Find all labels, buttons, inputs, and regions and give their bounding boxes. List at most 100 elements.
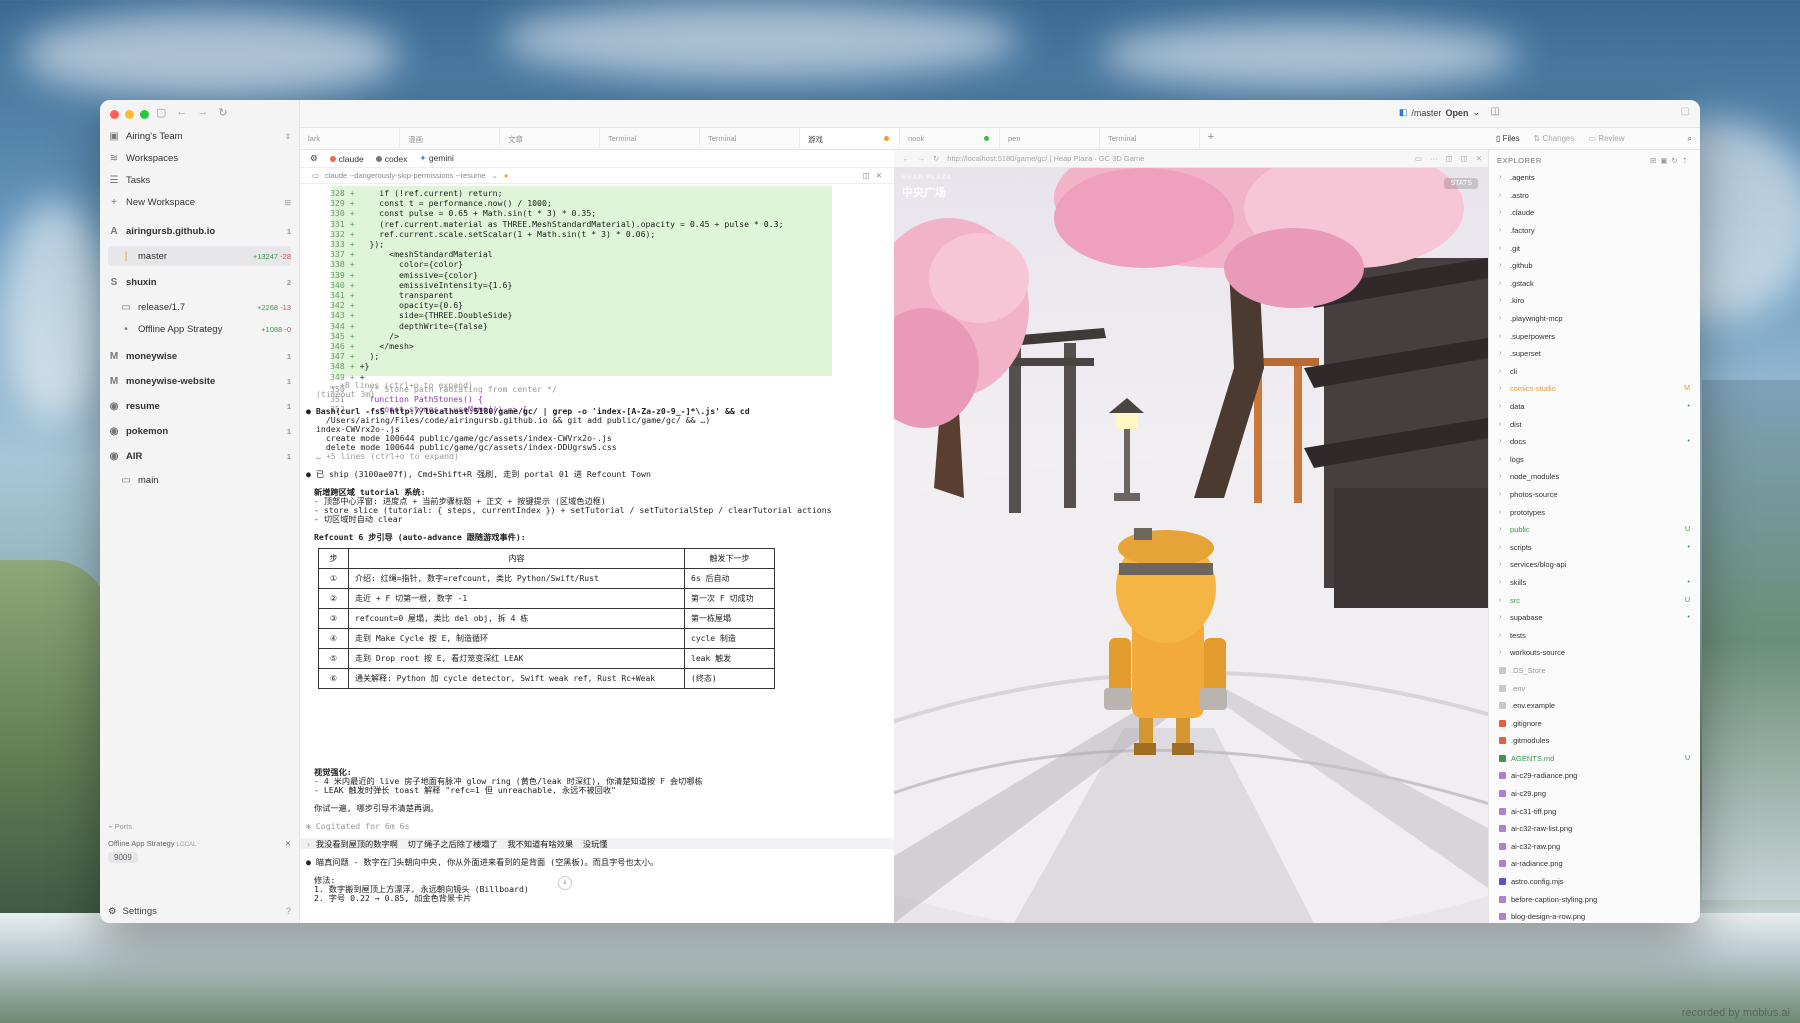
folder-item[interactable]: › .agents — [1489, 169, 1700, 187]
url-field[interactable]: http://localhost:5180/game/gc/ | Heap Pl… — [947, 154, 1144, 163]
folder-item[interactable]: › .astro — [1489, 187, 1700, 205]
tab-changes[interactable]: ⇅ Changes — [1534, 134, 1575, 143]
folder-item[interactable]: › .github — [1489, 257, 1700, 275]
file-item[interactable]: .DS_Store — [1489, 662, 1700, 680]
minimize-window-button[interactable] — [125, 110, 134, 119]
agent-codex[interactable]: codex — [375, 154, 407, 164]
folder-item[interactable]: › skills • — [1489, 574, 1700, 592]
tab[interactable]: Terminal — [600, 128, 700, 149]
sidebar-toggle-icon[interactable]: ▢ — [156, 106, 166, 119]
close-icon[interactable]: ✕ — [1476, 154, 1482, 163]
folder-item[interactable]: › prototypes — [1489, 503, 1700, 521]
branch-item[interactable]: ▭ release/1.7 +2268 -13 — [108, 297, 291, 317]
search-icon[interactable]: ⌕ — [1688, 134, 1692, 144]
expand-hint[interactable]: … +5 lines (ctrl+o to expand) — [316, 451, 459, 461]
file-item[interactable]: .gitignore — [1489, 714, 1700, 732]
file-item[interactable]: ai-c32-raw-list.png — [1489, 820, 1700, 838]
repo-item[interactable]: M moneywise 1 — [108, 346, 291, 366]
chevron-down-icon[interactable]: ⌄ — [1472, 107, 1480, 118]
refresh-icon[interactable]: ↻ — [933, 154, 939, 163]
file-item[interactable]: before-caption-styling.png — [1489, 890, 1700, 908]
zoom-window-button[interactable] — [140, 110, 149, 119]
file-item[interactable]: ai-c31-tiff.png — [1489, 802, 1700, 820]
back-arrow-icon[interactable]: ← — [902, 154, 910, 163]
file-item[interactable]: AGENTS.md U — [1489, 750, 1700, 768]
file-item[interactable]: ai-c29-radiance.png — [1489, 767, 1700, 785]
settings-button[interactable]: ⚙ Settings ? — [108, 906, 291, 917]
team-switcher[interactable]: ▣ Airing's Team ⇕ — [108, 126, 291, 146]
split-pane-icon[interactable]: ◫ — [863, 171, 870, 180]
open-button[interactable]: Open — [1445, 108, 1468, 118]
refresh-icon[interactable]: ↻ — [1671, 156, 1681, 165]
folder-item[interactable]: › node_modules — [1489, 468, 1700, 486]
file-item[interactable]: blog-design-a-row.png — [1489, 908, 1700, 923]
tab-files[interactable]: ▯ Files — [1496, 134, 1520, 143]
repo-item[interactable]: ◉ AIR 1 — [108, 446, 291, 466]
tab[interactable]: 文章 — [500, 128, 600, 149]
file-item[interactable]: ai-c32-raw.png — [1489, 838, 1700, 856]
tab-active[interactable]: 游戏 — [800, 128, 900, 149]
folder-item[interactable]: › workouts-source — [1489, 644, 1700, 662]
folder-item[interactable]: › .claude — [1489, 204, 1700, 222]
agent-claude[interactable]: claude — [329, 154, 364, 164]
refresh-icon[interactable]: ↻ — [218, 106, 227, 119]
folder-item[interactable]: › tests — [1489, 626, 1700, 644]
folder-item[interactable]: › photos-source — [1489, 486, 1700, 504]
folder-item[interactable]: › services/blog-api — [1489, 556, 1700, 574]
folder-item[interactable]: › supabase • — [1489, 609, 1700, 627]
layout-icon[interactable]: ▢ — [1681, 106, 1690, 117]
tab-review[interactable]: ▭ Review — [1589, 134, 1625, 143]
collapse-icon[interactable]: ⇡ — [1682, 156, 1692, 165]
file-item[interactable]: ai-radiance.png — [1489, 855, 1700, 873]
repo-item[interactable]: M moneywise-website 1 — [108, 371, 291, 391]
file-item[interactable]: ai-c29.png — [1489, 785, 1700, 803]
folder-item[interactable]: › dist — [1489, 415, 1700, 433]
stats-badge[interactable]: STATS — [1444, 178, 1478, 189]
folder-item[interactable]: › .factory — [1489, 222, 1700, 240]
close-window-button[interactable] — [110, 110, 119, 119]
file-item[interactable]: .env — [1489, 679, 1700, 697]
folder-item[interactable]: › .superpowers — [1489, 327, 1700, 345]
branch-item[interactable]: ▭ main — [108, 470, 291, 490]
close-icon[interactable]: ✕ — [876, 171, 882, 180]
folder-item[interactable]: › scripts • — [1489, 538, 1700, 556]
new-file-icon[interactable]: ⊞ — [1650, 156, 1660, 165]
folder-add-icon[interactable]: ⊞ — [285, 198, 291, 207]
branch-open-control[interactable]: ◧ /master Open ⌄ — [1399, 107, 1480, 118]
nav-tasks[interactable]: ☰ Tasks — [108, 170, 291, 190]
branch-item[interactable]: • Offline App Strategy +1088 -0 — [108, 319, 291, 339]
folder-item[interactable]: › .git — [1489, 239, 1700, 257]
file-item[interactable]: astro.config.mjs — [1489, 873, 1700, 891]
folder-item[interactable]: › data • — [1489, 398, 1700, 416]
folder-item[interactable]: › .superset — [1489, 345, 1700, 363]
more-icon[interactable]: ⋯ — [1430, 154, 1438, 163]
repo-item[interactable]: S shuxin 2 — [108, 272, 291, 292]
folder-item[interactable]: › cli — [1489, 363, 1700, 381]
folder-item[interactable]: › .playwright-mcp — [1489, 310, 1700, 328]
forward-arrow-icon[interactable]: → — [918, 154, 926, 163]
help-icon[interactable]: ? — [286, 906, 291, 917]
screenshot-icon[interactable]: ◫ — [1446, 154, 1453, 163]
repo-item[interactable]: ◉ resume 1 — [108, 396, 291, 416]
file-item[interactable]: .gitmodules — [1489, 732, 1700, 750]
tab[interactable]: 漫画 — [400, 128, 500, 149]
repo-item[interactable]: A airingursb.github.io 1 — [108, 221, 291, 241]
back-arrow-icon[interactable]: ← — [176, 106, 187, 119]
tab[interactable]: nook — [900, 128, 1000, 149]
chevron-down-icon[interactable]: ⌄ — [492, 171, 498, 180]
new-folder-icon[interactable]: ▣ — [1660, 156, 1671, 165]
folder-item[interactable]: › comics-studio M — [1489, 380, 1700, 398]
nav-workspaces[interactable]: ≋ Workspaces — [108, 148, 291, 168]
file-item[interactable]: .env.example — [1489, 697, 1700, 715]
settings-icon[interactable]: ⚙ — [310, 153, 318, 164]
split-view-icon[interactable]: ◫ — [1491, 106, 1500, 117]
terminal-output[interactable]: 328 + if (!ref.current) return; 329 + con… — [300, 184, 894, 923]
tab[interactable]: Terminal — [1100, 128, 1200, 149]
game-viewport[interactable]: HEAP PLAZA 中央广场 STATS — [894, 168, 1488, 923]
repo-item[interactable]: ◉ pokemon 1 — [108, 421, 291, 441]
tab[interactable]: pen — [1000, 128, 1100, 149]
split-pane-icon[interactable]: ◫ — [1461, 154, 1468, 163]
new-workspace-button[interactable]: + New Workspace ⊞ — [108, 192, 291, 212]
agent-gemini[interactable]: ✦ gemini — [419, 153, 454, 164]
port-chip[interactable]: 9009 — [108, 852, 138, 863]
